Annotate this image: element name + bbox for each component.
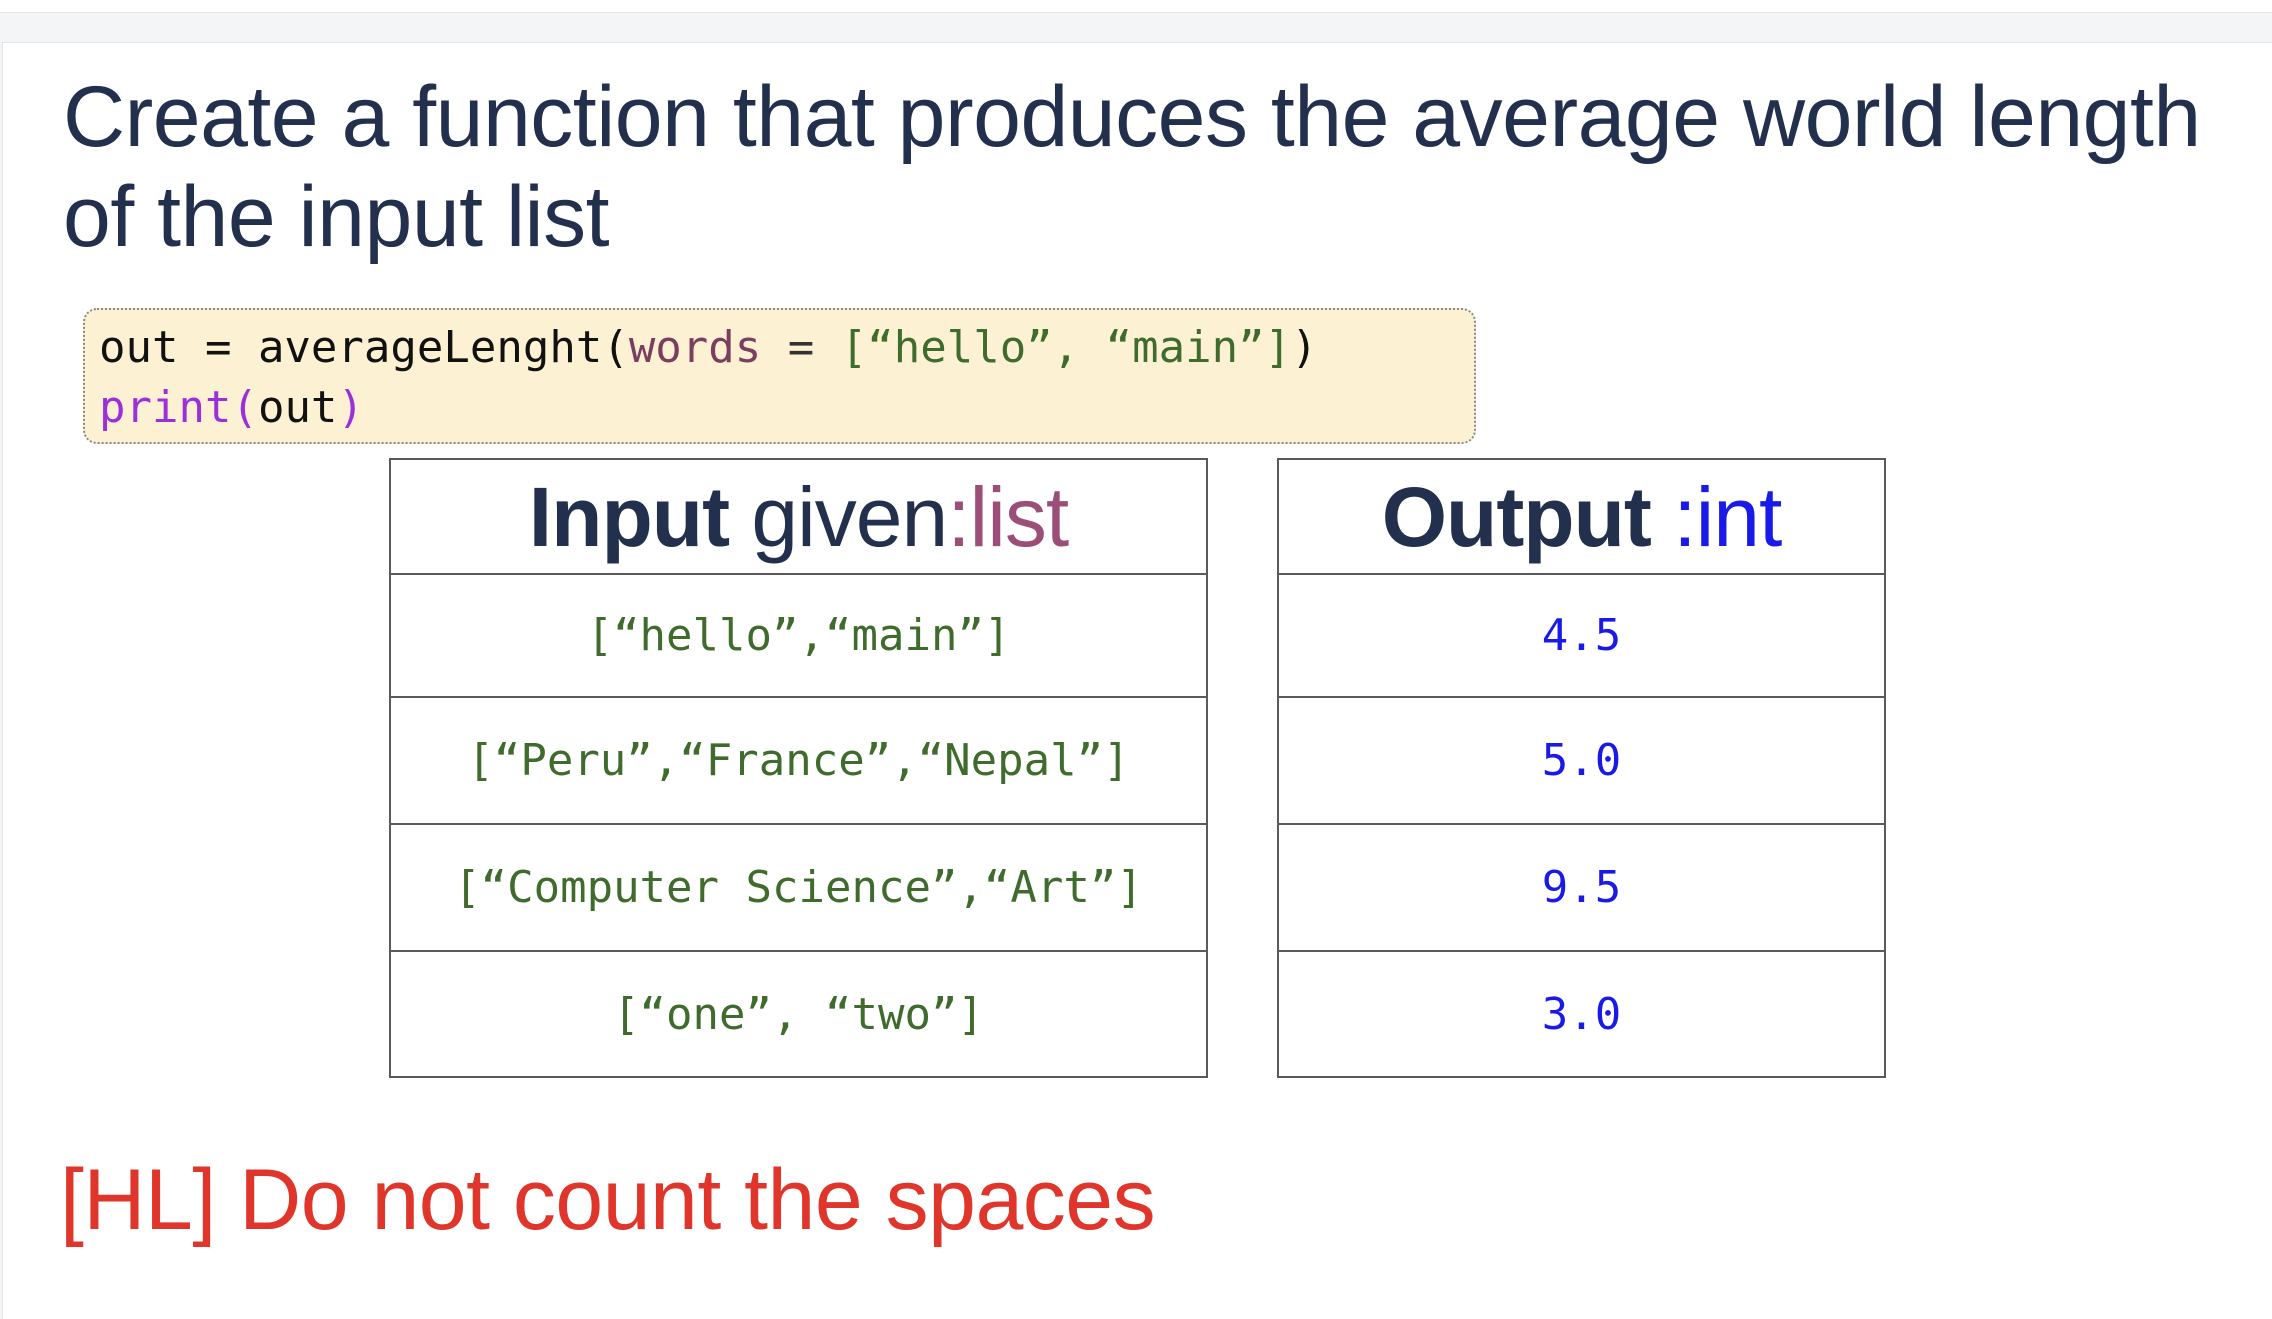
output-cell: 5.0: [1277, 696, 1886, 825]
table-row: [“Peru”,“France”,“Nepal”]: [389, 696, 1208, 825]
code-example-box: out = averageLenght(words = [“hello”, “m…: [83, 308, 1476, 444]
output-cell: 3.0: [1277, 950, 1886, 1078]
input-cell: [“hello”,“main”]: [389, 573, 1208, 698]
input-table-header-row: Input given:list: [389, 458, 1208, 575]
table-row: 5.0: [1277, 696, 1886, 825]
input-header-given: given: [729, 469, 948, 564]
code-param-value: [“hello”, “main”]: [840, 322, 1292, 373]
table-row: [“one”, “two”]: [389, 950, 1208, 1078]
output-cell: 4.5: [1277, 573, 1886, 698]
input-header-type: :list: [947, 469, 1069, 564]
code-assign: out = averageLenght(: [99, 322, 629, 373]
code-param-name: words: [628, 322, 762, 373]
table-row: 3.0: [1277, 950, 1886, 1078]
input-cell: [“one”, “two”]: [389, 950, 1208, 1078]
output-header-type: :int: [1650, 469, 1782, 564]
hint-note: [HL] Do not count the spaces: [60, 1152, 1156, 1248]
code-line-1: out = averageLenght(words = [“hello”, “m…: [99, 322, 1318, 373]
input-header-label: Input: [528, 469, 730, 564]
table-row: 4.5: [1277, 573, 1886, 698]
code-print-close: ): [337, 382, 364, 433]
code-param-eq: =: [761, 322, 841, 373]
input-cell: [“Computer Science”,“Art”]: [389, 823, 1208, 952]
code-close-paren: ): [1291, 322, 1318, 373]
code-line-2: print(out): [99, 382, 364, 433]
output-cell: 9.5: [1277, 823, 1886, 952]
input-cell: [“Peru”,“France”,“Nepal”]: [389, 696, 1208, 825]
input-table: Input given:list [“hello”,“main”] [“Peru…: [389, 458, 1208, 1078]
code-print-arg: out: [257, 382, 338, 433]
output-table: Output :int 4.5 5.0 9.5 3.0: [1277, 458, 1886, 1078]
code-print-fn: print(: [99, 382, 258, 433]
output-table-header: Output :int: [1277, 458, 1886, 575]
table-row: [“hello”,“main”]: [389, 573, 1208, 698]
output-table-header-row: Output :int: [1277, 458, 1886, 575]
slide-title: Create a function that produces the aver…: [63, 69, 2201, 265]
table-row: 9.5: [1277, 823, 1886, 952]
output-header-label: Output: [1381, 469, 1652, 564]
input-table-header: Input given:list: [389, 458, 1208, 575]
top-bar: [0, 0, 2272, 13]
table-row: [“Computer Science”,“Art”]: [389, 823, 1208, 952]
